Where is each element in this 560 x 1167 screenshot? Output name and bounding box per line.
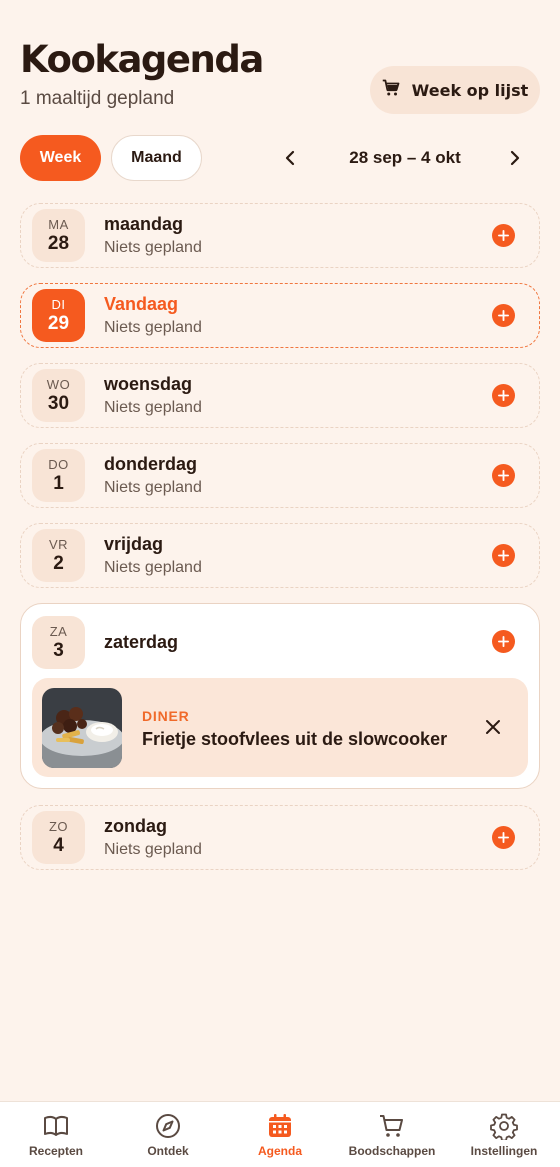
day-status: Niets gepland: [104, 399, 202, 416]
bottom-tab-bar: Recepten Ontdek Agenda Boodschappen Inst…: [0, 1101, 560, 1167]
day-number: 2: [53, 552, 64, 574]
calendar-icon: [266, 1112, 294, 1140]
date-badge: DI 29: [32, 289, 85, 342]
date-badge: VR 2: [32, 529, 85, 582]
weekday-abbr: ZA: [49, 623, 68, 639]
day-number: 4: [53, 834, 64, 856]
day-name: zaterdag: [104, 632, 179, 652]
meal-photo: [42, 688, 122, 768]
weekday-abbr: WO: [46, 376, 71, 392]
tab-agenda[interactable]: Agenda: [224, 1102, 336, 1167]
day-status: Niets gepland: [104, 841, 202, 858]
day-name: maandag: [104, 214, 184, 234]
date-badge: DO 1: [32, 449, 85, 502]
date-badge: WO 30: [32, 369, 85, 422]
tab-label: Recepten: [28, 1144, 84, 1158]
add-meal-button[interactable]: [492, 304, 515, 327]
plus-icon: [498, 550, 509, 561]
day-name: zondag: [104, 816, 167, 836]
day-number: 29: [47, 312, 70, 334]
day-number: 30: [47, 392, 70, 414]
add-meal-button[interactable]: [492, 544, 515, 567]
day-name: woensdag: [104, 374, 193, 394]
add-meal-button[interactable]: [492, 630, 515, 653]
add-meal-button[interactable]: [492, 464, 515, 487]
tab-label: Agenda: [257, 1144, 302, 1158]
tab-boodschappen[interactable]: Boodschappen: [336, 1102, 448, 1167]
day-status: Niets gepland: [104, 559, 202, 576]
tab-label: Instellingen: [470, 1144, 538, 1158]
date-badge: ZA 3: [32, 616, 85, 669]
remove-meal-button[interactable]: [484, 718, 502, 736]
header: Kookagenda 1 maaltijd gepland Week op li…: [20, 38, 540, 118]
day-name: Vandaag: [104, 294, 179, 314]
date-badge: MA 28: [32, 209, 85, 262]
weekday-abbr: VR: [48, 536, 69, 552]
day-row-sunday[interactable]: ZO 4 zondag Niets gepland: [20, 805, 540, 870]
week-range-label: 28 sep – 4 okt: [349, 148, 461, 167]
plus-icon: [498, 390, 509, 401]
cart-icon: [378, 1112, 406, 1140]
weekday-abbr: DO: [48, 456, 69, 472]
day-row-monday[interactable]: MA 28 maandag Niets gepland: [20, 203, 540, 268]
tab-recepten[interactable]: Recepten: [0, 1102, 112, 1167]
day-status: Niets gepland: [104, 319, 202, 336]
weekday-abbr: DI: [51, 296, 66, 312]
day-row-thursday[interactable]: DO 1 donderdag Niets gepland: [20, 443, 540, 508]
date-badge: ZO 4: [32, 811, 85, 864]
week-to-list-button[interactable]: Week op lijst: [370, 66, 540, 114]
week-toggle-button[interactable]: Week: [20, 135, 101, 181]
add-meal-button[interactable]: [492, 826, 515, 849]
day-row-wednesday[interactable]: WO 30 woensdag Niets gepland: [20, 363, 540, 428]
day-name: vrijdag: [104, 534, 164, 554]
plus-icon: [498, 310, 509, 321]
view-controls: Week Maand 28 sep – 4 okt: [20, 135, 540, 181]
day-number: 28: [47, 232, 70, 254]
book-icon: [42, 1112, 70, 1140]
day-row-saturday[interactable]: ZA 3 zaterdag DINER Frietje stoofvlees u…: [20, 603, 540, 789]
next-week-button[interactable]: [501, 144, 529, 172]
plus-icon: [498, 470, 509, 481]
plus-icon: [498, 230, 509, 241]
compass-icon: [154, 1112, 182, 1140]
close-icon: [484, 718, 502, 736]
day-number: 3: [53, 639, 64, 661]
previous-week-button[interactable]: [276, 144, 304, 172]
week-to-list-label: Week op lijst: [411, 80, 529, 100]
day-status: Niets gepland: [104, 239, 202, 256]
day-status: Niets gepland: [104, 479, 202, 496]
plus-icon: [498, 636, 509, 647]
day-number: 1: [53, 472, 64, 494]
cart-icon: [382, 79, 400, 101]
day-name: donderdag: [104, 454, 197, 474]
meal-title: Frietje stoofvlees uit de slowcooker: [142, 729, 448, 749]
plus-icon: [498, 832, 509, 843]
add-meal-button[interactable]: [492, 224, 515, 247]
day-row-friday[interactable]: VR 2 vrijdag Niets gepland: [20, 523, 540, 588]
weekday-abbr: MA: [48, 216, 69, 232]
tab-label: Boodschappen: [348, 1144, 436, 1158]
tab-instellingen[interactable]: Instellingen: [448, 1102, 560, 1167]
gear-icon: [490, 1112, 518, 1140]
add-meal-button[interactable]: [492, 384, 515, 407]
planned-meal-card[interactable]: DINER Frietje stoofvlees uit de slowcook…: [32, 678, 528, 777]
month-toggle-button[interactable]: Maand: [111, 135, 202, 181]
chevron-left-icon: [282, 150, 298, 166]
day-row-today[interactable]: DI 29 Vandaag Niets gepland: [20, 283, 540, 348]
tab-label: Ontdek: [147, 1144, 189, 1158]
weekday-abbr: ZO: [48, 818, 69, 834]
chevron-right-icon: [507, 150, 523, 166]
tab-ontdek[interactable]: Ontdek: [112, 1102, 224, 1167]
meal-type-label: DINER: [142, 708, 190, 724]
